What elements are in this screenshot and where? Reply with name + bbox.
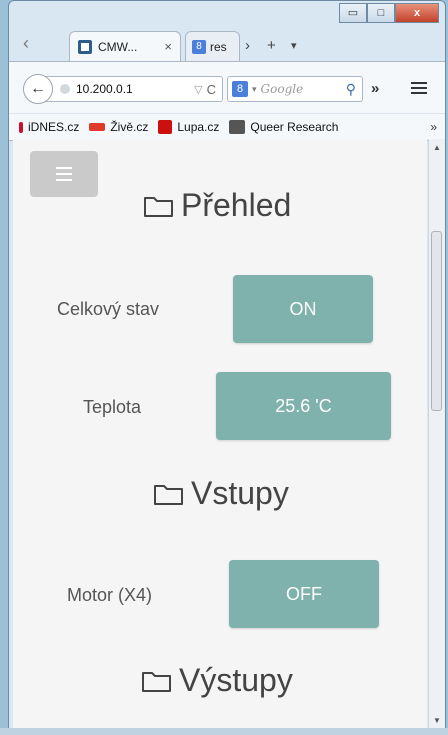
lupa-icon [158, 120, 173, 134]
tab-close-icon[interactable]: × [164, 39, 172, 54]
new-tab-button[interactable]: + [267, 37, 276, 54]
hamburger-line [56, 173, 72, 175]
address-bar[interactable]: 10.200.0.1 ▽ C [39, 76, 223, 102]
zive-icon [89, 123, 106, 131]
tab-list-icon[interactable]: ▾ [291, 39, 297, 52]
temperature-value-button[interactable]: 25.6 'C [216, 372, 391, 440]
bookmark-queer-research[interactable]: Queer Research [229, 120, 338, 134]
page-content: Přehled Celkový stav ON Teplota 25.6 'C … [13, 139, 427, 729]
folder-icon [142, 671, 171, 692]
status-toggle-button[interactable]: ON [233, 275, 373, 343]
address-text: 10.200.0.1 [76, 82, 133, 96]
section-title-text: Přehled [181, 187, 292, 223]
search-engine-dropdown-icon[interactable]: ▾ [252, 84, 257, 95]
menu-toggle-button[interactable] [30, 151, 98, 197]
maximize-button[interactable]: □ [367, 3, 395, 23]
bookmarks-bar: iDNES.cz Živě.cz Lupa.cz Queer Research … [9, 113, 445, 141]
idnes-icon [19, 121, 23, 133]
section-title-prehled: Přehled [143, 187, 291, 224]
folder-icon [154, 484, 183, 505]
history-dropdown-icon[interactable]: ▽ [194, 83, 202, 96]
section-title-text: Vstupy [191, 475, 289, 511]
bookmark-label: Lupa.cz [177, 120, 220, 134]
window-controls: ▭ □ x [339, 3, 439, 23]
bookmark-zive[interactable]: Živě.cz [89, 120, 148, 134]
hamburger-line [56, 167, 72, 169]
folder-icon [144, 196, 173, 217]
section-title-vstupy: Vstupy [153, 475, 289, 512]
site-favicon-icon [78, 39, 92, 54]
bookmark-idnes[interactable]: iDNES.cz [19, 120, 79, 134]
hamburger-line [56, 179, 72, 181]
navigation-bar: 10.200.0.1 ▽ C ← 8 ▾ Google ⚲ » [9, 61, 445, 114]
temperature-label: Teplota [83, 397, 142, 417]
minimize-button[interactable]: ▭ [339, 3, 367, 23]
close-button[interactable]: x [395, 3, 439, 23]
tab-scroll-right-icon[interactable]: › [245, 37, 250, 54]
search-engine-icon[interactable]: 8 [232, 81, 248, 97]
qr-icon [229, 120, 246, 134]
status-label: Celkový stav [57, 299, 160, 319]
motor-label: Motor (X4) [67, 585, 153, 605]
tab-label: res [210, 39, 227, 54]
scrollbar-thumb[interactable] [431, 231, 442, 411]
bookmark-label: Živě.cz [110, 120, 149, 134]
section-title-vystupy: Výstupy [141, 662, 293, 699]
tab-cmw[interactable]: CMW... × [69, 31, 181, 61]
tab-label: CMW... [98, 39, 138, 54]
menu-icon[interactable] [411, 79, 427, 97]
search-icon[interactable]: ⚲ [346, 81, 356, 98]
tab-scroll-left-icon[interactable]: ‹ [23, 33, 29, 54]
bookmark-label: iDNES.cz [28, 120, 80, 134]
tab-strip: ‹ CMW... × 8 res › + ▾ ▭ □ x [9, 1, 445, 61]
window-bottom-edge [0, 728, 448, 735]
bookmarks-overflow-icon[interactable]: » [430, 120, 437, 134]
section-title-text: Výstupy [179, 662, 293, 698]
motor-toggle-button[interactable]: OFF [229, 560, 379, 628]
google-favicon-icon: 8 [192, 39, 206, 54]
browser-window: ‹ CMW... × 8 res › + ▾ ▭ □ x 10.200.0.1 … [8, 0, 446, 735]
toolbar-overflow-icon[interactable]: » [371, 80, 379, 97]
scroll-up-icon[interactable]: ▲ [433, 143, 441, 152]
back-button[interactable]: ← [23, 74, 53, 104]
search-bar[interactable]: 8 ▾ Google ⚲ [227, 76, 363, 102]
reload-icon[interactable]: C [207, 82, 216, 97]
tab-search[interactable]: 8 res [185, 31, 240, 61]
page-scrollbar[interactable]: ▲ ▼ [428, 139, 445, 729]
scroll-down-icon[interactable]: ▼ [433, 716, 441, 725]
search-placeholder: Google [260, 82, 304, 96]
bookmark-lupa[interactable]: Lupa.cz [158, 120, 219, 134]
bookmark-label: Queer Research [250, 120, 339, 134]
site-identity-icon[interactable] [60, 84, 70, 94]
